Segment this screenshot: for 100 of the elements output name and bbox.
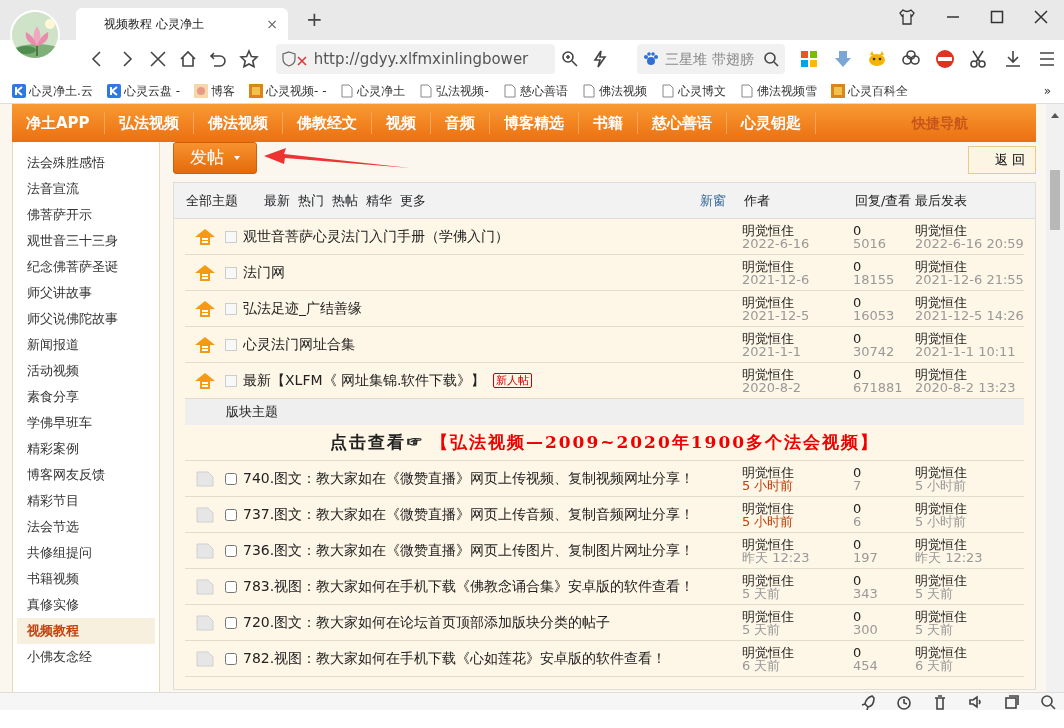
sidebar-item[interactable]: 精彩案例	[17, 436, 155, 462]
search-icon[interactable]	[763, 51, 780, 67]
sidebar-item[interactable]: 法会殊胜感悟	[17, 150, 155, 176]
thread-title-link[interactable]: 782.视图：教大家如何在手机下载《心如莲花》安卓版的软件查看！	[243, 648, 667, 669]
back-button[interactable]: 返 回	[968, 146, 1036, 174]
rocket-icon[interactable]	[860, 693, 876, 710]
banner-link[interactable]: 【弘法视频—2009~2020年1900多个法会视频】	[430, 429, 880, 456]
sidebar-item[interactable]: 共修组提问	[17, 540, 155, 566]
pinned-icon	[194, 227, 216, 246]
view-count: 7	[853, 478, 863, 492]
search-field[interactable]: 三星堆 带翅膀	[637, 44, 786, 74]
bookmark-link[interactable]: 博客	[194, 81, 235, 100]
window-icon[interactable]	[1004, 693, 1020, 710]
thread-title-link[interactable]: 740.图文：教大家如在《微赞直播》网页上传视频、复制视频网址分享！	[243, 468, 695, 489]
bookmark-link[interactable]: 心灵云盘 -	[106, 81, 180, 100]
new-user-badge: 新人帖	[493, 373, 533, 388]
filter-link[interactable]: 最新	[264, 190, 290, 211]
filter-link[interactable]: 热帖	[332, 190, 358, 211]
sidebar-item[interactable]: 法会节选	[17, 514, 155, 540]
sidebar-item[interactable]: 博客网友反馈	[17, 462, 155, 488]
thread-title-link[interactable]: 心灵法门网址合集	[243, 334, 355, 355]
trash-icon[interactable]	[932, 693, 948, 710]
sidebar-item[interactable]: 小佛友念经	[17, 644, 155, 670]
refresh-cycle-icon[interactable]	[896, 693, 912, 710]
paw-icon	[643, 51, 660, 67]
sidebar-item[interactable]: 精彩节目	[17, 488, 155, 514]
close-icon[interactable]	[1034, 8, 1048, 26]
scrollbar-thumb[interactable]	[1050, 170, 1060, 230]
bookmark-link[interactable]: 心灵净土	[340, 81, 406, 100]
browser-tab[interactable]: 视频教程 心灵净土 ×	[76, 8, 288, 40]
sidebar-item[interactable]: 视频教程	[17, 618, 155, 644]
shirt-icon[interactable]	[898, 8, 916, 26]
sidebar-item[interactable]: 书籍视频	[17, 566, 155, 592]
scrollbar[interactable]	[1046, 104, 1064, 692]
filter-link[interactable]: 更多	[400, 190, 426, 211]
view-count: 30742	[853, 344, 896, 358]
view-count: 197	[853, 550, 879, 564]
close-tab-button[interactable]: ×	[266, 13, 278, 35]
sidebar-item[interactable]: 纪念佛菩萨圣诞	[17, 254, 155, 280]
sidebar-item[interactable]: 素食分享	[17, 384, 155, 410]
bookmark-icon	[194, 83, 208, 98]
speaker-icon[interactable]	[968, 693, 984, 710]
search-input[interactable]: 三星堆 带翅膀	[665, 48, 758, 70]
thread-title-link[interactable]: 法门网	[243, 262, 285, 283]
checkbox[interactable]	[225, 652, 237, 665]
section-header: 版块主题	[185, 399, 1024, 425]
thread-title-link[interactable]: 783.视图：教大家如何在手机下载《佛教念诵合集》安卓版的软件查看！	[243, 576, 695, 597]
sidebar-item[interactable]: 师父讲故事	[17, 280, 155, 306]
checkbox[interactable]	[225, 508, 237, 521]
search-icon[interactable]	[1040, 693, 1056, 710]
bookmark-link[interactable]: 心灵博文	[660, 81, 726, 100]
sidebar-item[interactable]: 师父说佛陀故事	[17, 306, 155, 332]
thread-title-link[interactable]: 720.图文：教大家如何在论坛首页顶部添加版块分类的帖子	[243, 612, 611, 633]
bookmark-link[interactable]: 佛法视频雪	[739, 81, 817, 100]
sidebar-item[interactable]: 佛菩萨开示	[17, 202, 155, 228]
view-count: 454	[853, 658, 879, 672]
thread-title-link[interactable]: 观世音菩萨心灵法门入门手册（学佛入门）	[243, 226, 509, 247]
sidebar-item[interactable]: 法音宣流	[17, 176, 155, 202]
last-poster: 明觉恒住	[915, 465, 967, 479]
post-date: 2020-8-2	[742, 380, 802, 394]
checkbox[interactable]	[225, 472, 237, 485]
sidebar-item[interactable]: 观世音三十三身	[17, 228, 155, 254]
thread-title-link[interactable]: 737.图文：教大家如在《微赞直播》网页上传音频、复制音频网址分享！	[243, 504, 695, 525]
author-name: 明觉恒住	[742, 645, 795, 659]
bookmark-link[interactable]: 佛法视频	[581, 81, 647, 100]
bookmark-link[interactable]: 弘法视频-	[419, 81, 489, 100]
thread-title-link[interactable]: 736.图文：教大家如在《微赞直播》网页上传图片、复制图片网址分享！	[243, 540, 695, 561]
last-post-time: 2022-6-16 20:59	[915, 236, 1024, 250]
view-count: 5016	[853, 236, 888, 250]
bookmark-link[interactable]: 心灵百科全	[830, 81, 908, 100]
new-window-link[interactable]: 新窗	[700, 190, 744, 211]
checkbox[interactable]	[225, 266, 237, 279]
post-date: 6 天前	[742, 658, 781, 672]
checkbox[interactable]	[225, 230, 237, 243]
bookmark-link[interactable]: 慈心善语	[502, 81, 568, 100]
checkbox[interactable]	[225, 580, 237, 593]
sidebar-item[interactable]: 新闻报道	[17, 332, 155, 358]
document-icon	[196, 578, 214, 595]
checkbox[interactable]	[225, 374, 237, 387]
checkbox[interactable]	[225, 338, 237, 351]
sidebar-item[interactable]: 活动视频	[17, 358, 155, 384]
maximize-icon[interactable]	[990, 8, 1004, 26]
last-post-time: 5 天前	[915, 586, 954, 600]
bookmark-link[interactable]: 心灵净土.云	[12, 81, 93, 100]
thread-title-link[interactable]: 最新【XLFM《 网址集锦.软件下载》】	[243, 370, 486, 391]
address-bar[interactable]: http://gdyy.xlfmxinlingbower	[275, 44, 555, 74]
filter-link[interactable]: 热门	[298, 190, 324, 211]
filter-link[interactable]: 精华	[366, 190, 392, 211]
bookmark-link[interactable]: 心灵视频- -	[249, 81, 327, 100]
checkbox[interactable]	[225, 302, 237, 315]
new-tab-button[interactable]: +	[302, 8, 327, 30]
sidebar-item[interactable]: 学佛早班车	[17, 410, 155, 436]
author-name: 明觉恒住	[742, 501, 795, 515]
sidebar-item[interactable]: 真修实修	[17, 592, 155, 618]
more-bookmarks-button[interactable]: »	[1043, 81, 1051, 100]
checkbox[interactable]	[225, 544, 237, 557]
checkbox[interactable]	[225, 616, 237, 629]
thread-title-link[interactable]: 弘法足迹_广结善缘	[243, 298, 362, 319]
all-topics-tab[interactable]: 全部主题	[186, 190, 264, 211]
pinned-icon	[194, 263, 216, 282]
